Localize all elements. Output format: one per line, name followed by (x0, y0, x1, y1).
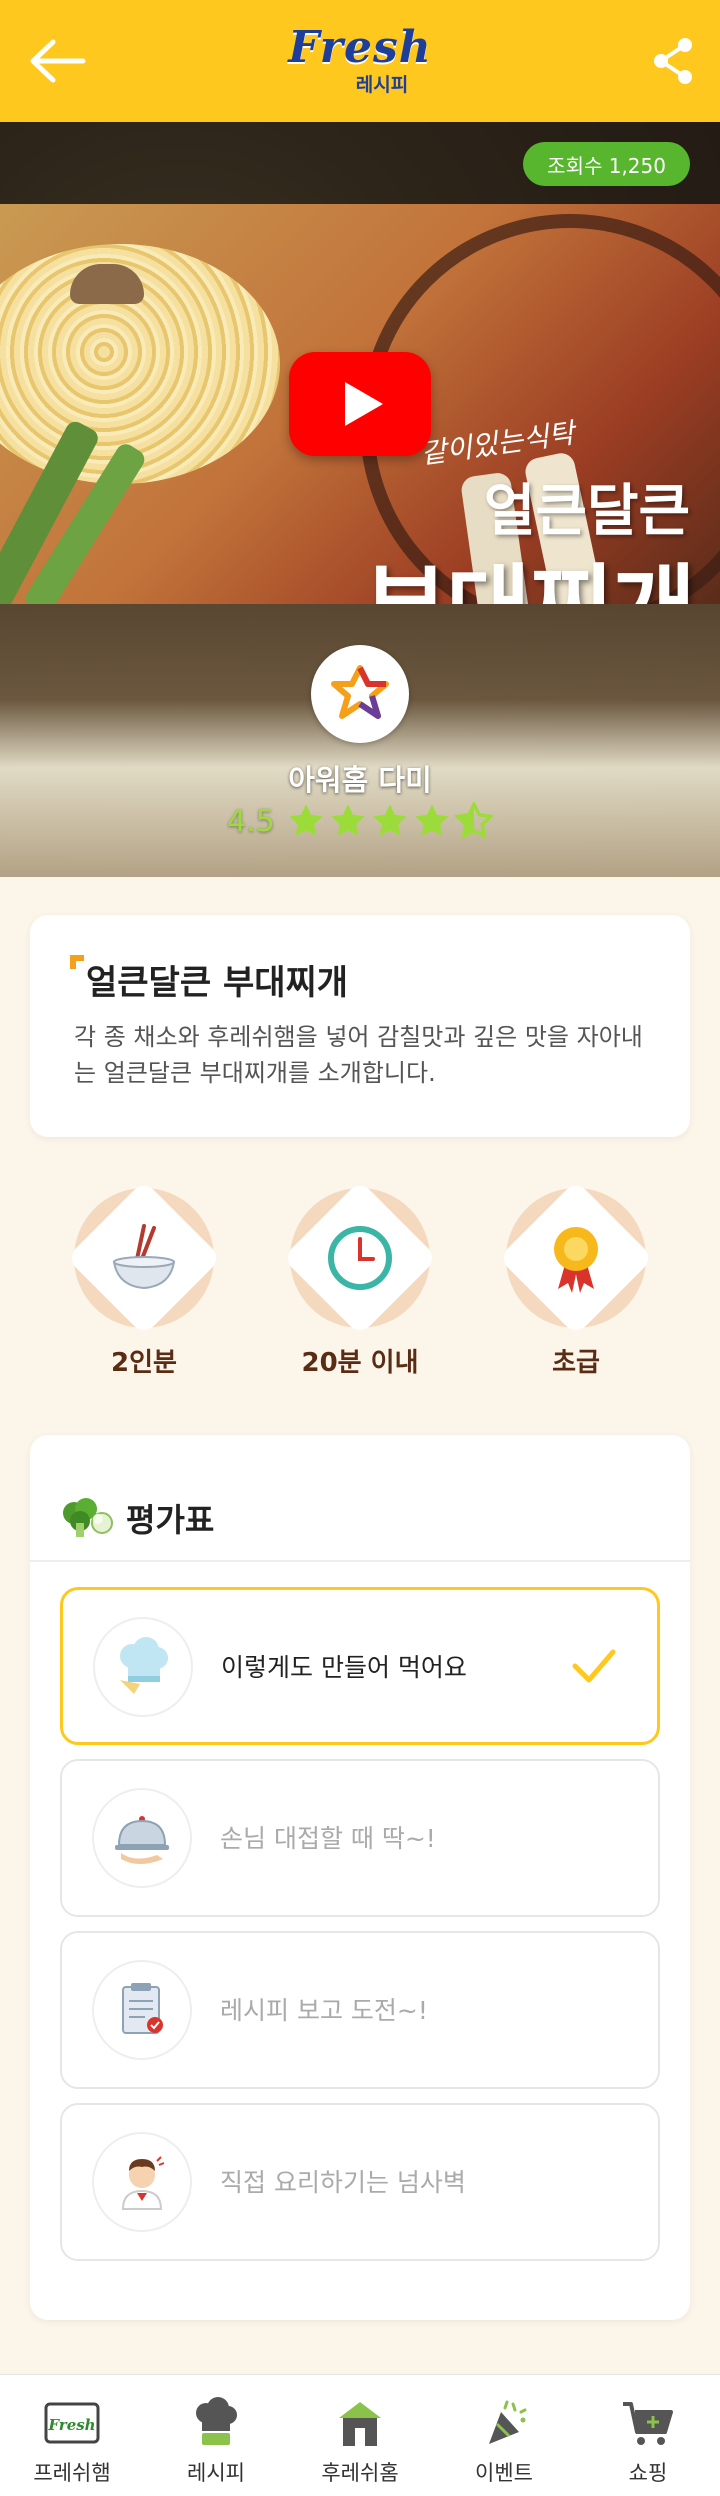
star-full-icon (415, 804, 449, 836)
nav-item-home[interactable]: 후레쉬홈 (288, 2375, 432, 2496)
author-name: 아워홈 다미 (288, 763, 432, 797)
app-header: Fresh 레시피 (0, 0, 720, 122)
fresh-ham-icon: Fresh (44, 2402, 100, 2444)
recipe-clipboard-icon (122, 1983, 163, 2034)
chef-person-icon (121, 2156, 165, 2210)
chef-hat-icon (120, 1637, 168, 1694)
info-badge (496, 1178, 656, 1338)
info-difficulty: 초급 (496, 1178, 656, 1379)
youtube-play-button[interactable] (289, 352, 431, 456)
evaluation-option[interactable]: 레시피 보고 도전~! (60, 1931, 660, 2089)
star-full-icon (331, 804, 365, 836)
star-full-icon (289, 804, 323, 836)
info-time: 20분 이내 (280, 1178, 440, 1379)
nav-icon-wrap: Fresh (42, 2397, 102, 2449)
nav-icon-wrap (186, 2397, 246, 2449)
option-icon-wrap (92, 1960, 192, 2060)
views-badge: 조회수 1,250 (523, 142, 690, 186)
award-medal-icon (554, 1227, 598, 1293)
clock-icon (328, 1226, 392, 1290)
broccoli-icon (63, 1498, 113, 1537)
logo-main-text: Fresh (288, 22, 432, 73)
rating-value: 4.5 (227, 803, 275, 839)
divider (30, 1560, 690, 1562)
evaluation-option[interactable]: 손님 대접할 때 딱~! (60, 1759, 660, 1917)
share-button[interactable] (642, 30, 704, 92)
star-half-icon (454, 802, 493, 840)
nav-item-recipe[interactable]: 레시피 (144, 2375, 288, 2496)
recipe-rating: 4.5 (0, 802, 720, 840)
option-icon-wrap (93, 1617, 193, 1717)
info-label: 20분 이내 (301, 1348, 419, 1378)
info-badge (280, 1178, 440, 1338)
svg-text:Fresh: Fresh (47, 2416, 95, 2434)
nav-icon-wrap (330, 2397, 390, 2449)
option-label: 직접 요리하기는 넘사벽 (220, 2168, 466, 2197)
nav-label: 쇼핑 (628, 2461, 668, 2485)
checkmark-icon (572, 1649, 616, 1683)
badge-icon-wrap (280, 1178, 440, 1338)
shopping-cart-icon (623, 2402, 673, 2445)
option-label: 이렇게도 만들어 먹어요 (221, 1653, 467, 1682)
play-icon (345, 382, 383, 426)
home-icon (339, 2402, 381, 2446)
option-label: 손님 대접할 때 딱~! (220, 1824, 436, 1853)
recipe-intro-card: 얼큰달큰 부대찌개 각 종 채소와 후레쉬햄을 넣어 감칠맛과 깊은 맛을 자아… (30, 915, 690, 1137)
info-label: 2인분 (111, 1348, 177, 1378)
nav-label: 레시피 (187, 2461, 245, 2485)
evaluation-card: 평가표 이렇게도 만들어 먹어요 손님 대접할 때 딱~! 레시피 보고 도전~… (30, 1435, 690, 2320)
nav-icon-wrap (474, 2397, 534, 2449)
badge-icon-wrap (64, 1178, 224, 1338)
recipe-chef-icon (196, 2397, 237, 2445)
evaluation-option[interactable]: 이렇게도 만들어 먹어요 (60, 1587, 660, 1745)
event-party-icon (489, 2400, 527, 2444)
serving-cloche-icon (115, 1816, 169, 1864)
evaluation-title: 평가표 (126, 1501, 215, 1539)
badge-icon-wrap (496, 1178, 656, 1338)
ourhome-logo-icon (331, 665, 389, 719)
recipe-title: 얼큰달큰 부대찌개 (86, 963, 349, 1003)
nav-label: 후레쉬홈 (321, 2461, 399, 2485)
info-badge (64, 1178, 224, 1338)
info-servings: 2인분 (64, 1178, 224, 1379)
option-label: 레시피 보고 도전~! (220, 1996, 428, 2025)
info-label: 초급 (552, 1348, 600, 1378)
brand-logo[interactable]: Fresh 레시피 (0, 24, 720, 97)
evaluation-option[interactable]: 직접 요리하기는 넘사벽 (60, 2103, 660, 2261)
evaluation-header: 평가표 (60, 1495, 214, 1541)
recipe-description: 각 종 채소와 후레쉬햄을 넣어 감칠맛과 깊은 맛을 자아내는 얼큰달큰 부대… (74, 1023, 643, 1087)
nav-item-fresh-ham[interactable]: Fresh 프레쉬햄 (0, 2375, 144, 2496)
star-full-icon (373, 804, 407, 836)
author-avatar[interactable] (311, 645, 409, 743)
nav-item-event[interactable]: 이벤트 (432, 2375, 576, 2496)
nav-label: 프레쉬햄 (33, 2461, 111, 2485)
share-icon (654, 38, 692, 84)
nav-item-shopping[interactable]: 쇼핑 (576, 2375, 720, 2496)
bowl-chopsticks-icon (112, 1224, 176, 1290)
option-icon-wrap (92, 1788, 192, 1888)
logo-sub-text: 레시피 (355, 74, 409, 96)
option-icon-wrap (92, 2132, 192, 2232)
nav-icon-wrap (618, 2397, 678, 2449)
thumbnail-title-line2: 부대찌개 (363, 534, 696, 604)
nav-label: 이벤트 (475, 2461, 533, 2485)
bottom-navigation: Fresh 프레쉬햄 레시피 후레쉬홈 이벤트 쇼핑 (0, 2374, 720, 2496)
title-accent-icon (70, 955, 84, 969)
